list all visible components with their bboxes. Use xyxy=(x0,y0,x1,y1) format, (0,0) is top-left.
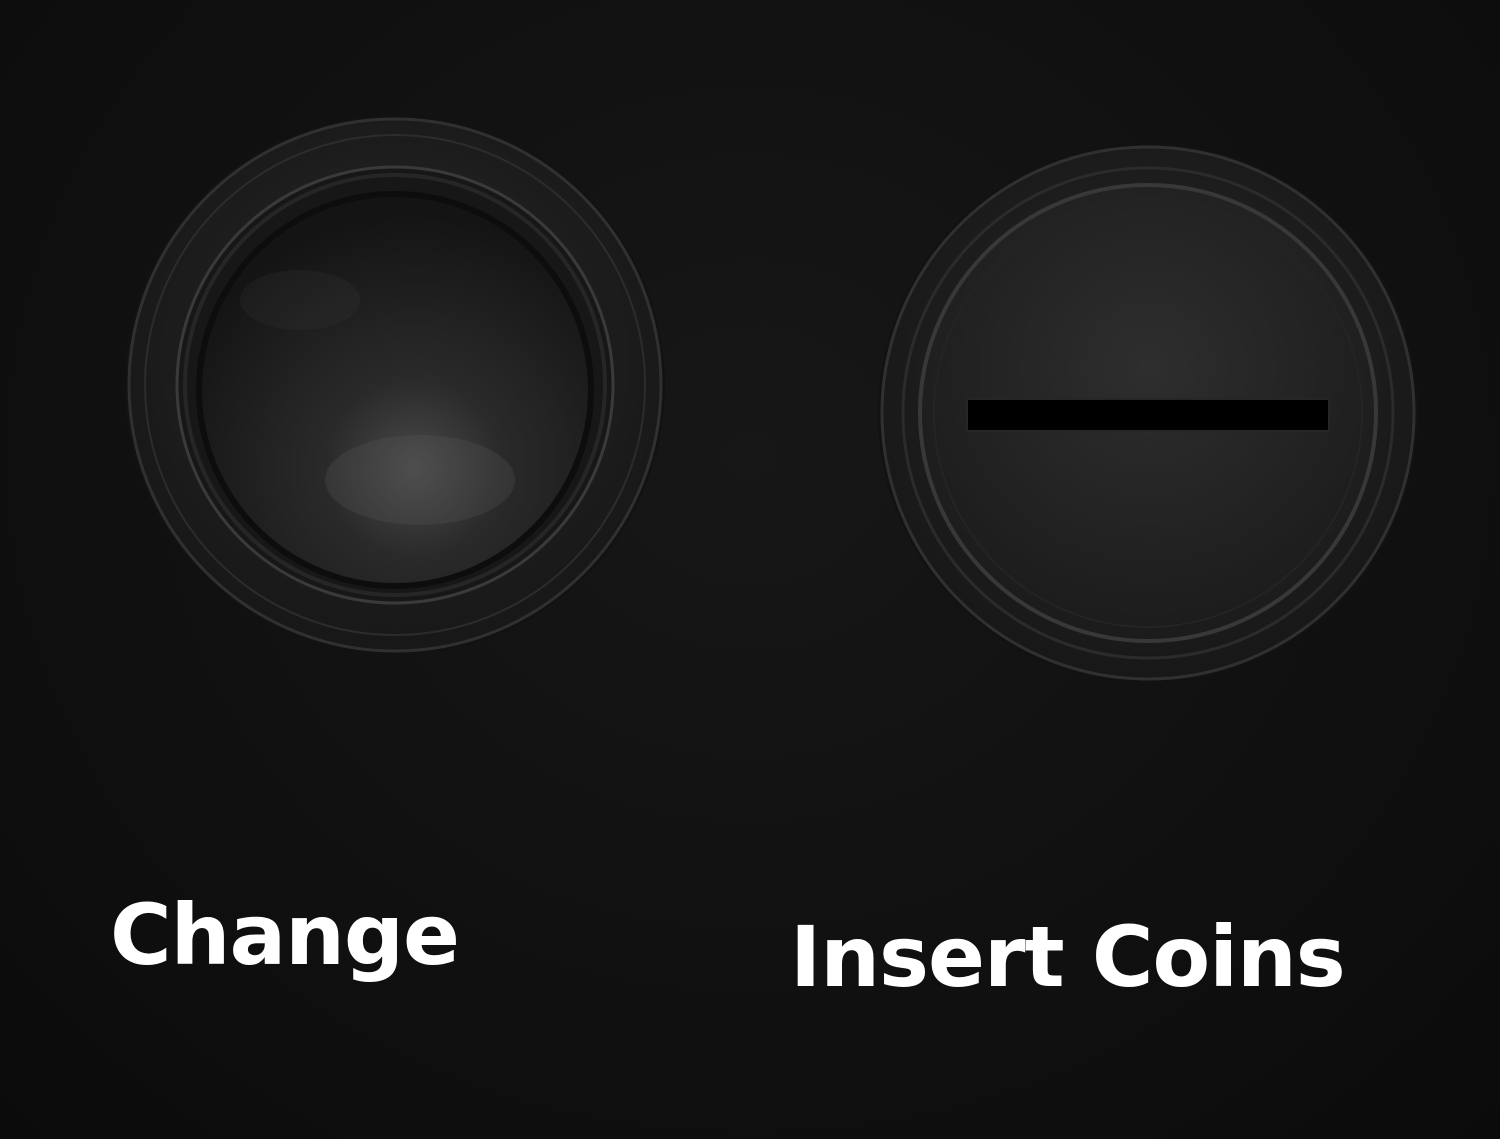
change-label: Change xyxy=(110,886,460,984)
round-push-button-icon xyxy=(196,191,594,589)
change-button[interactable] xyxy=(125,115,665,655)
coin-slot[interactable] xyxy=(878,143,1418,683)
insert-coins-label: Insert Coins xyxy=(790,908,1346,1006)
coin-slot-icon xyxy=(966,398,1330,432)
coin-panel: Change Insert Coins xyxy=(0,0,1500,1139)
